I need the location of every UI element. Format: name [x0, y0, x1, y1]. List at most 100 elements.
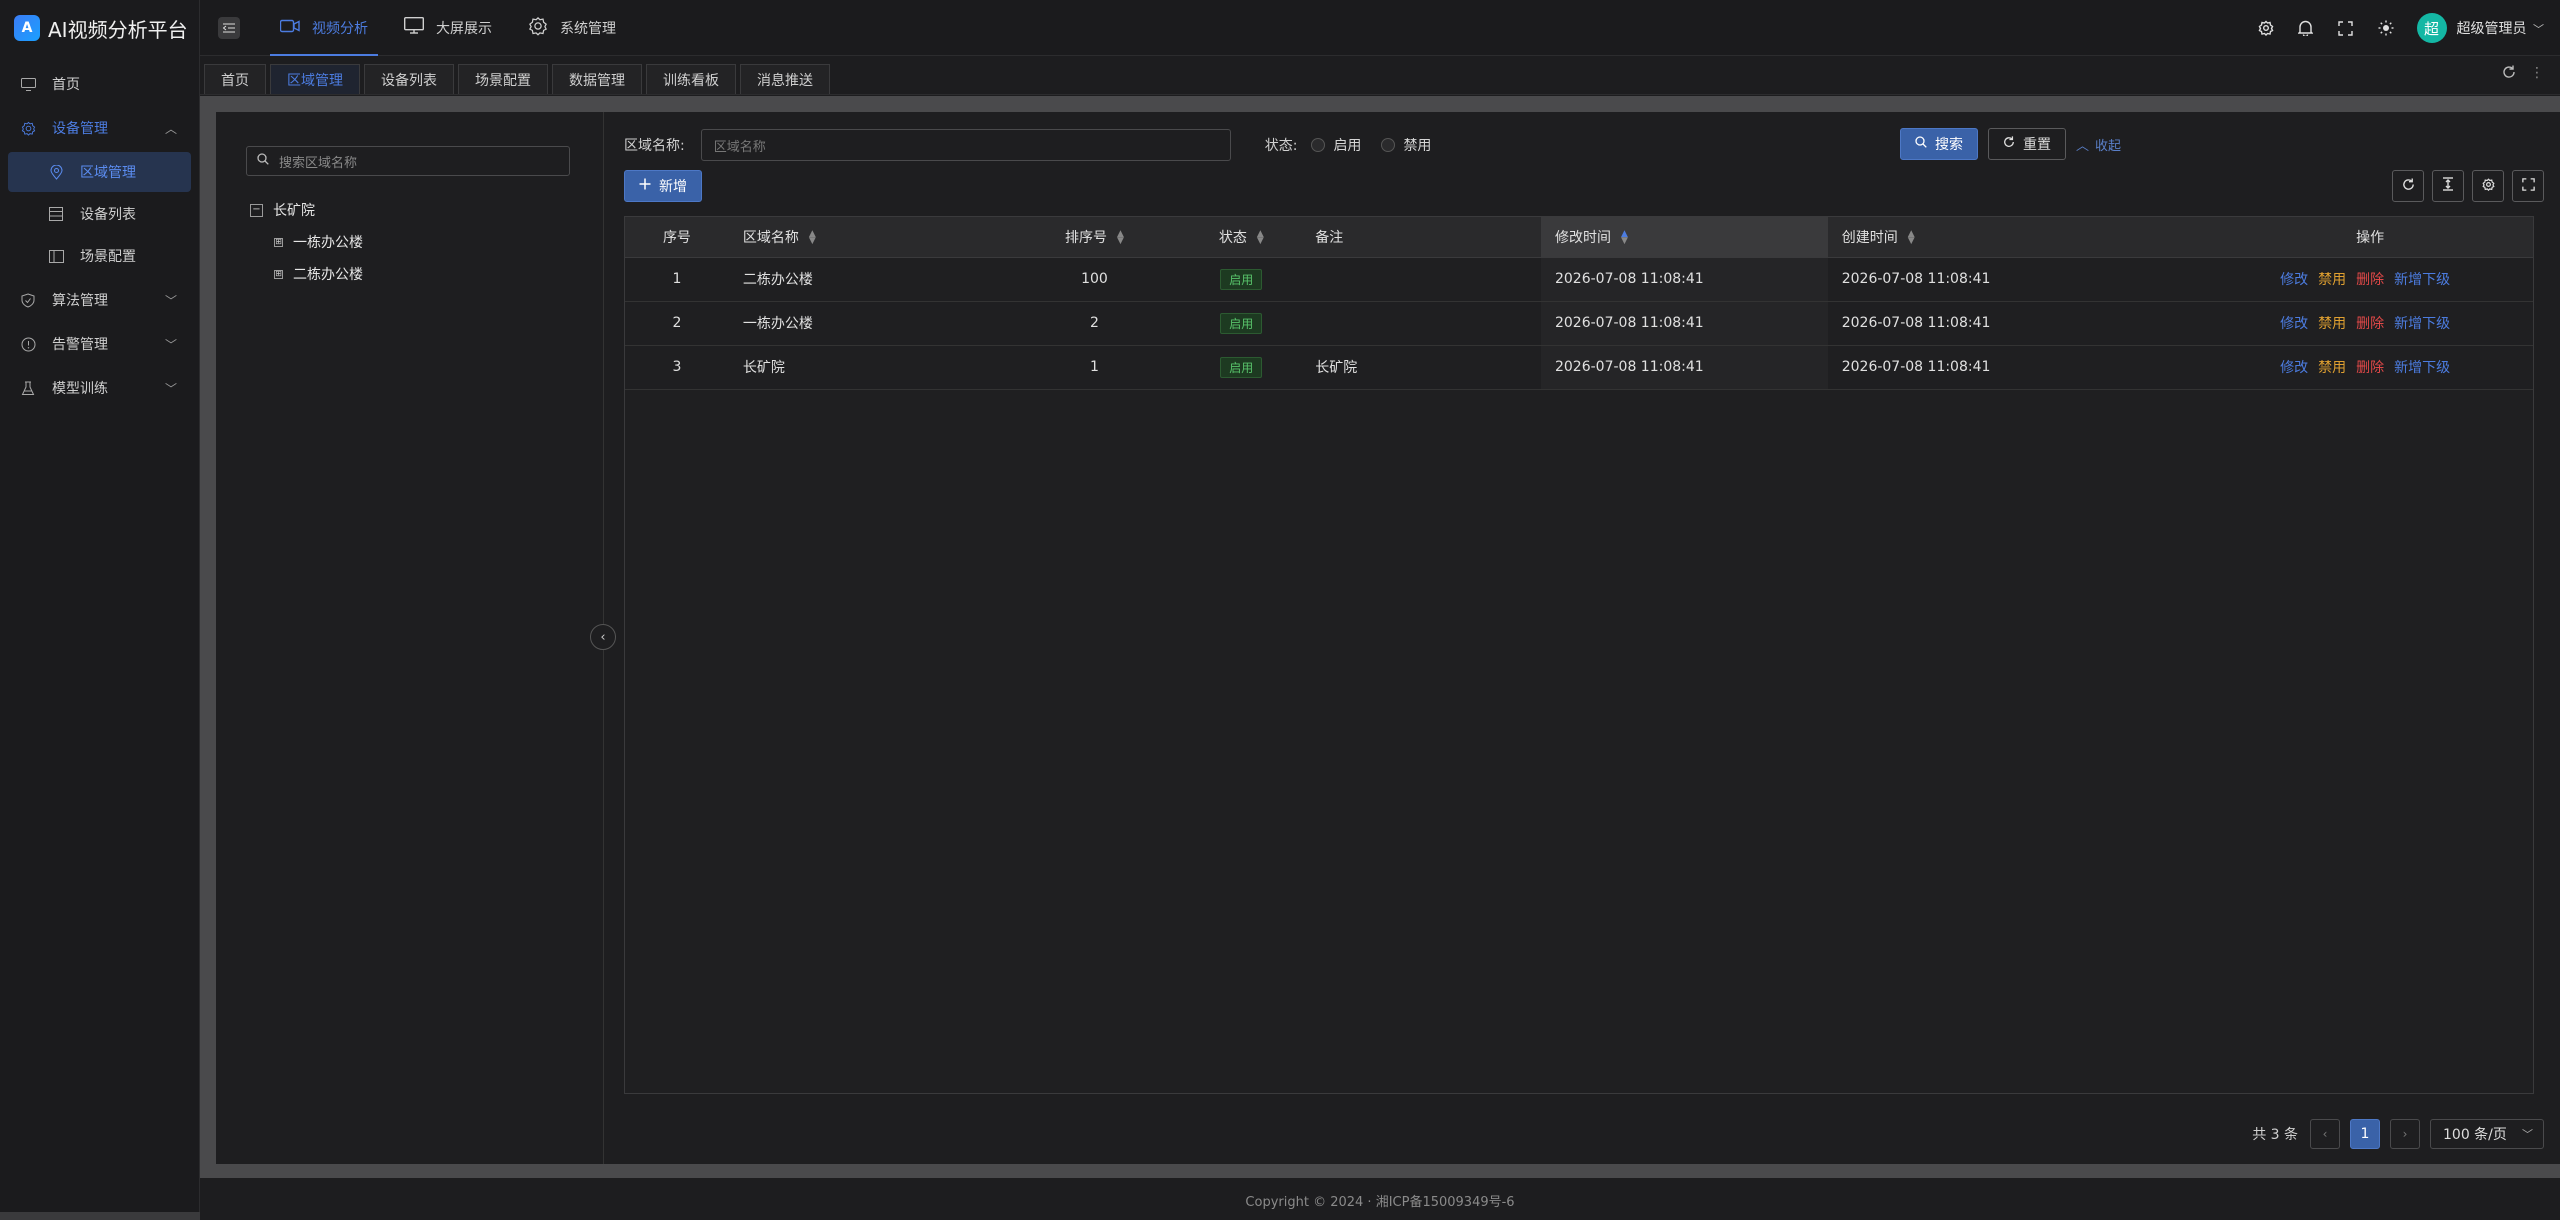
- add-child-link[interactable]: 新增下级: [2394, 316, 2450, 332]
- sidebar-item-label: 算法管理: [52, 293, 108, 309]
- edit-link[interactable]: 修改: [2280, 272, 2308, 288]
- column-settings-button[interactable]: [2472, 170, 2504, 202]
- sort-icon[interactable]: ▲ ▼: [1257, 229, 1264, 245]
- logo[interactable]: A AI视频分析平台: [0, 0, 199, 56]
- add-button[interactable]: 新增: [624, 170, 702, 202]
- column-header-name[interactable]: 区域名称 ▲ ▼: [728, 217, 1008, 258]
- sidebar-item-algorithm-management[interactable]: 算法管理 ﹀: [0, 278, 199, 322]
- column-header-created[interactable]: 创建时间 ▲ ▼: [1827, 217, 2208, 258]
- column-header-sort[interactable]: 排序号 ▲ ▼: [1007, 217, 1182, 258]
- top-nav: 视频分析 大屏展示 系统管理: [262, 0, 634, 56]
- disable-link[interactable]: 禁用: [2318, 316, 2346, 332]
- tab-data-management[interactable]: 数据管理: [552, 64, 642, 94]
- sidebar-item-scene-config[interactable]: 场景配置: [8, 236, 191, 276]
- sidebar-item-home[interactable]: 首页: [0, 62, 199, 106]
- column-height-button[interactable]: [2432, 170, 2464, 202]
- edit-link[interactable]: 修改: [2280, 360, 2308, 376]
- tree-search-input[interactable]: 搜索区域名称: [246, 146, 570, 176]
- sidebar-item-label: 场景配置: [80, 249, 136, 265]
- collapse-icon[interactable]: −: [250, 203, 263, 217]
- radio-dot[interactable]: [1311, 138, 1326, 152]
- column-header-status[interactable]: 状态 ▲ ▼: [1181, 217, 1302, 258]
- expand-icon[interactable]: ⊞: [274, 237, 283, 247]
- topnav-system-management[interactable]: 系统管理: [510, 0, 634, 56]
- page-button[interactable]: 1: [2350, 1119, 2380, 1149]
- table-toolbar: [2392, 170, 2544, 202]
- radio-dot[interactable]: [1381, 138, 1396, 152]
- tab-home[interactable]: 首页: [204, 64, 266, 94]
- sidebar-item-device-list[interactable]: 设备列表: [8, 194, 191, 234]
- sidebar-item-area-management[interactable]: 区域管理: [8, 152, 191, 192]
- avatar[interactable]: 超: [2416, 13, 2447, 43]
- table-fullscreen-button[interactable]: [2512, 170, 2544, 202]
- edit-link[interactable]: 修改: [2280, 316, 2308, 332]
- sort-icon[interactable]: ▲ ▼: [809, 229, 816, 245]
- header-actions: 超 超级管理员 ﹀: [2257, 0, 2544, 56]
- panel-collapse-button[interactable]: ‹: [590, 624, 616, 650]
- more-vertical-icon[interactable]: ⋮: [2530, 65, 2544, 83]
- delete-link[interactable]: 删除: [2356, 272, 2384, 288]
- topnav-label: 系统管理: [560, 20, 616, 37]
- cell-name: 一栋办公楼: [728, 301, 1008, 346]
- disable-link[interactable]: 禁用: [2318, 272, 2346, 288]
- status-radio-enabled[interactable]: 启用: [1311, 135, 1361, 155]
- collapse-filter-link[interactable]: ︿ 收起: [2076, 135, 2121, 154]
- sort-icon[interactable]: ▲ ▼: [1621, 229, 1628, 245]
- next-page-button[interactable]: ›: [2390, 1119, 2420, 1149]
- tree-node-label: 二栋办公楼: [293, 267, 363, 283]
- sidebar-item-device-management[interactable]: 设备管理 ︿: [0, 106, 199, 150]
- chevron-left-icon: ‹: [600, 629, 606, 645]
- column-header-index: 序号: [625, 217, 729, 258]
- user-menu[interactable]: 超级管理员 ﹀: [2457, 18, 2544, 38]
- add-child-link[interactable]: 新增下级: [2394, 272, 2450, 288]
- column-header-modified[interactable]: 修改时间 ▲ ▼: [1540, 217, 1828, 258]
- sidebar-item-model-training[interactable]: 模型训练 ﹀: [0, 366, 199, 410]
- refresh-table-button[interactable]: [2392, 170, 2424, 202]
- menu-collapse-button[interactable]: [218, 16, 240, 39]
- tree-search-placeholder: 搜索区域名称: [279, 155, 358, 171]
- cell-index: 1: [625, 257, 729, 302]
- table-header-row: 序号 区域名称 ▲ ▼ 排序号 ▲ ▼ 状态 ▲ ▼ 备注 修改时间 ▲ ▼ 创建时间 ▲ ▼ 操作: [625, 217, 2533, 258]
- expand-icon[interactable]: ⊞: [274, 269, 283, 279]
- tree-node-child[interactable]: ⊞ 一栋办公楼: [250, 226, 363, 258]
- sort-icon[interactable]: ▲ ▼: [1908, 229, 1915, 245]
- chevron-right-icon: ›: [2402, 1127, 2408, 1141]
- reset-button[interactable]: 重置: [1988, 128, 2066, 160]
- sidebar-scrollbar[interactable]: [0, 1212, 200, 1220]
- cell-created: 2026-07-08 11:08:41: [1827, 257, 2208, 302]
- bell-icon[interactable]: [2297, 19, 2315, 37]
- settings-icon[interactable]: [2257, 19, 2275, 37]
- delete-link[interactable]: 删除: [2356, 316, 2384, 332]
- fullscreen-icon[interactable]: [2337, 19, 2355, 37]
- status-radio-disabled[interactable]: 禁用: [1381, 135, 1431, 155]
- tab-area-management[interactable]: 区域管理: [270, 64, 360, 94]
- chevron-down-icon: ﹀: [164, 381, 177, 396]
- topnav-big-screen[interactable]: 大屏展示: [386, 0, 510, 56]
- delete-link[interactable]: 删除: [2356, 360, 2384, 376]
- topnav-video-analysis[interactable]: 视频分析: [262, 0, 386, 56]
- radio-label: 禁用: [1403, 138, 1432, 154]
- cell-modified: 2026-07-08 11:08:41: [1540, 301, 1828, 346]
- disable-link[interactable]: 禁用: [2318, 360, 2346, 376]
- refresh-icon[interactable]: [2502, 65, 2516, 83]
- area-name-input[interactable]: 区域名称: [700, 129, 1231, 161]
- pagination: 共 3 条 ‹ 1 › 100 条/页 ﹀: [2252, 1119, 2544, 1149]
- tree-node-child[interactable]: ⊞ 二栋办公楼: [250, 258, 363, 290]
- area-name-placeholder: 区域名称: [713, 139, 766, 155]
- app-title: AI视频分析平台: [48, 17, 188, 42]
- tab-training-board[interactable]: 训练看板: [646, 64, 736, 94]
- tab-device-list[interactable]: 设备列表: [364, 64, 454, 94]
- sidebar-item-alert-management[interactable]: 告警管理 ﹀: [0, 322, 199, 366]
- prev-page-button[interactable]: ‹: [2310, 1119, 2340, 1149]
- page-size-select[interactable]: 100 条/页 ﹀: [2430, 1119, 2544, 1149]
- footer: Copyright © 2024 · 湘ICP备15009349号-6: [200, 1180, 2560, 1220]
- tree-node-root[interactable]: − 长矿院: [250, 194, 363, 226]
- add-child-link[interactable]: 新增下级: [2394, 360, 2450, 376]
- video-icon: [279, 19, 300, 37]
- tab-message-push[interactable]: 消息推送: [740, 64, 830, 94]
- search-button[interactable]: 搜索: [1900, 128, 1978, 160]
- sort-icon[interactable]: ▲ ▼: [1117, 229, 1124, 245]
- tab-scene-config[interactable]: 场景配置: [458, 64, 548, 94]
- sun-icon[interactable]: [2377, 19, 2395, 37]
- cell-remark: [1301, 301, 1541, 346]
